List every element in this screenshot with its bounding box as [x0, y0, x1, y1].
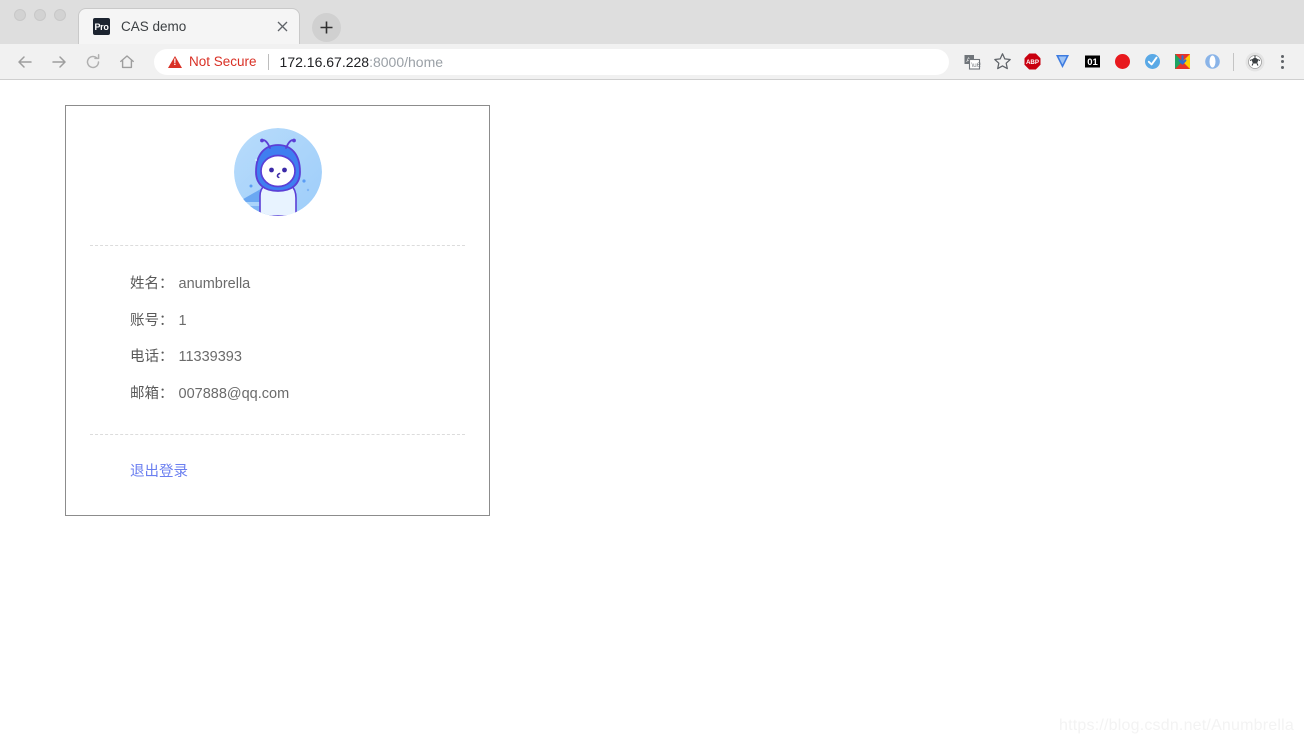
info-row-name: 姓名： anumbrella — [130, 272, 489, 293]
not-secure-warning-icon — [168, 55, 182, 68]
profile-card: 姓名： anumbrella 账号： 1 电话： 11339393 邮箱： 00… — [65, 105, 490, 516]
new-tab-button[interactable] — [312, 13, 341, 42]
svg-text:01: 01 — [1087, 57, 1098, 68]
close-icon[interactable] — [273, 18, 291, 36]
tab-title: CAS demo — [121, 19, 187, 34]
browser-tab[interactable]: Pro CAS demo — [78, 8, 300, 44]
forward-arrow-icon[interactable] — [46, 49, 72, 75]
zero-one-extension-icon[interactable]: 01 — [1077, 49, 1107, 75]
watermark: https://blog.csdn.net/Anumbrella — [1059, 717, 1294, 734]
profile-info-list: 姓名： anumbrella 账号： 1 电话： 11339393 邮箱： 00… — [66, 246, 489, 403]
url-text: 172.16.67.228:8000/home — [280, 54, 443, 70]
omnibox-divider — [267, 53, 269, 70]
window-minimize-button[interactable] — [34, 9, 46, 21]
check-circle-extension-icon[interactable] — [1137, 49, 1167, 75]
window-controls — [14, 0, 66, 44]
star-icon[interactable] — [987, 49, 1017, 75]
info-row-email: 邮箱： 007888@qq.com — [130, 382, 489, 403]
vysor-extension-icon[interactable] — [1047, 49, 1077, 75]
info-value-email: 007888@qq.com — [178, 385, 290, 402]
home-icon[interactable] — [114, 49, 140, 75]
logout-link[interactable]: 退出登录 — [130, 464, 188, 480]
window-close-button[interactable] — [14, 9, 26, 21]
translate-icon[interactable]: A \u6587 — [957, 49, 987, 75]
svg-text:\u6587: \u6587 — [971, 62, 981, 69]
back-arrow-icon[interactable] — [12, 49, 38, 75]
user-avatar-illustration — [233, 128, 322, 216]
chrome-download-extension-icon[interactable] — [1167, 49, 1197, 75]
svg-text:ABP: ABP — [1025, 59, 1038, 66]
browser-chrome: Pro CAS demo ! Not Secure 172.16.67.228:… — [0, 0, 1304, 80]
address-bar[interactable]: Not Secure 172.16.67.228:8000/home — [154, 48, 949, 75]
info-row-phone: 电话： 11339393 — [130, 345, 489, 366]
reload-icon[interactable] — [80, 49, 106, 75]
three-dot-menu-icon[interactable] — [1270, 49, 1294, 75]
infinity-extension-icon[interactable] — [1107, 49, 1137, 75]
info-value-account: 1 — [178, 312, 187, 329]
opera-ring-extension-icon[interactable] — [1197, 49, 1227, 75]
page-content: 姓名： anumbrella 账号： 1 电话： 11339393 邮箱： 00… — [0, 80, 1304, 745]
security-status[interactable]: Not Secure — [168, 54, 257, 69]
logout-container: 退出登录 — [66, 435, 489, 481]
browser-toolbar: Not Secure 172.16.67.228:8000/home A \u6… — [0, 44, 1304, 80]
window-maximize-button[interactable] — [54, 9, 66, 21]
url-host: 172.16.67.228 — [279, 53, 370, 70]
info-row-account: 账号： 1 — [130, 309, 489, 330]
info-label-email: 邮箱： — [130, 385, 174, 402]
toolbar-separator — [1233, 52, 1234, 71]
info-value-name: anumbrella — [178, 276, 251, 292]
profile-avatar-icon[interactable] — [1240, 49, 1270, 75]
tab-strip: Pro CAS demo — [0, 0, 1304, 44]
toolbar-icons: A \u6587 ABP — [957, 49, 1294, 75]
pro-favicon: Pro — [93, 18, 110, 35]
info-value-phone: 11339393 — [178, 349, 242, 365]
avatar-container — [66, 106, 489, 216]
info-label-name: 姓名： — [130, 276, 174, 292]
info-label-phone: 电话： — [130, 349, 174, 365]
adblock-plus-extension-icon[interactable]: ABP — [1017, 49, 1047, 75]
url-path: :8000/home — [369, 53, 444, 70]
info-label-account: 账号： — [130, 312, 174, 329]
security-label: Not Secure — [189, 54, 257, 69]
